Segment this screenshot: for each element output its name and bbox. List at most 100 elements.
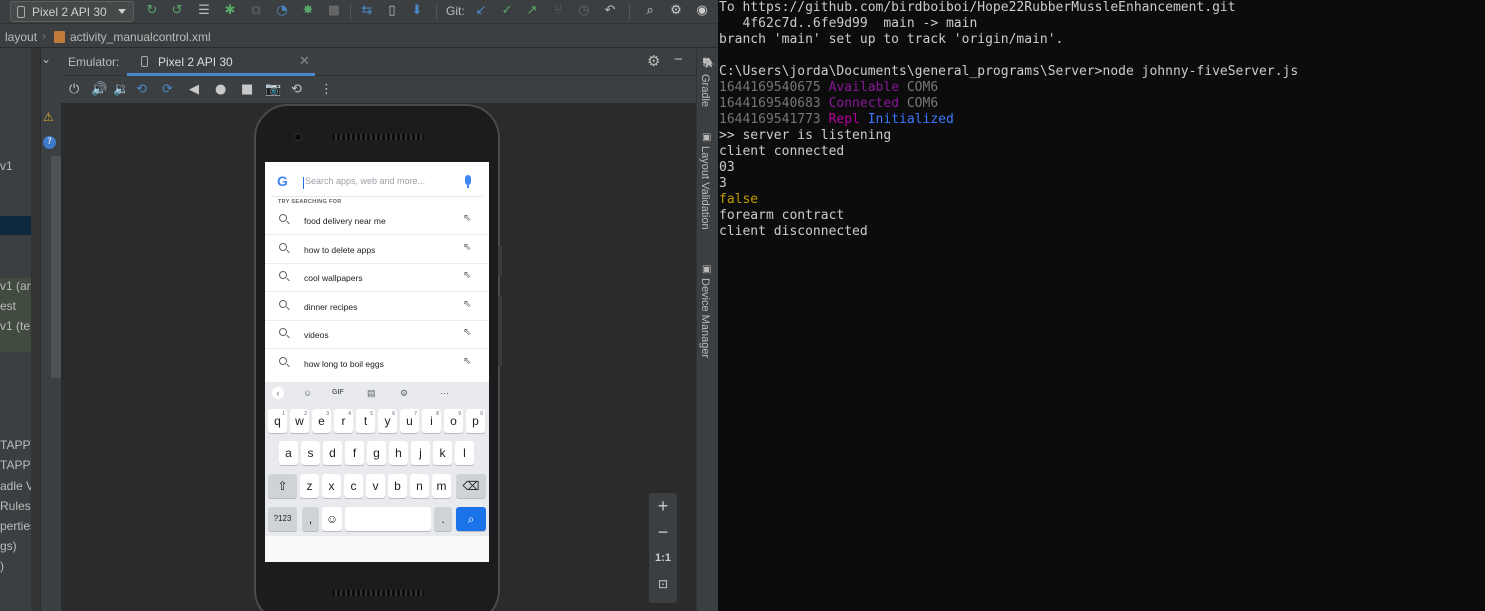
key-l[interactable]: l bbox=[455, 441, 474, 465]
breadcrumb-item-file[interactable]: activity_manualcontrol.xml bbox=[70, 30, 211, 44]
gear-icon[interactable]: ⚙ bbox=[669, 4, 683, 18]
logcat-list-icon[interactable]: ☰ bbox=[197, 4, 211, 18]
search-icon[interactable]: ⌕ bbox=[643, 4, 657, 18]
key-i[interactable]: i8 bbox=[422, 409, 441, 433]
zoom-actual-size-button[interactable]: 1:1 bbox=[649, 552, 677, 564]
key-d[interactable]: d bbox=[323, 441, 342, 465]
key-e[interactable]: e3 bbox=[312, 409, 331, 433]
snapshot-icon[interactable]: ⟲ bbox=[291, 82, 302, 98]
account-icon[interactable]: ◉ bbox=[695, 4, 709, 18]
key-j[interactable]: j bbox=[411, 441, 430, 465]
tab-device-manager[interactable]: Device Manager bbox=[699, 278, 711, 358]
tab-layout-validation[interactable]: Layout Validation bbox=[699, 146, 711, 230]
gear-icon[interactable]: ⚙ bbox=[400, 387, 408, 399]
key-k[interactable]: k bbox=[433, 441, 452, 465]
emoji-key[interactable]: ☺ bbox=[322, 507, 342, 531]
gif-button[interactable]: GIF bbox=[332, 387, 344, 399]
fill-query-arrow-icon[interactable]: ⇖ bbox=[463, 356, 471, 367]
key-c[interactable]: c bbox=[344, 474, 363, 498]
key-h[interactable]: h bbox=[389, 441, 408, 465]
gear-icon[interactable]: ⚙ bbox=[647, 52, 660, 70]
tree-item[interactable]: v1 bbox=[0, 159, 13, 173]
tree-item[interactable]: gs) bbox=[0, 539, 17, 553]
chevron-left-icon[interactable]: ‹ bbox=[272, 387, 284, 399]
search-bar[interactable]: G Search apps, web and more... bbox=[271, 167, 483, 197]
tree-item[interactable]: ) bbox=[0, 559, 4, 573]
zoom-out-button[interactable]: − bbox=[649, 522, 677, 543]
sync-gradle-icon[interactable]: ⇆ bbox=[360, 4, 374, 18]
home-icon[interactable]: ● bbox=[215, 82, 226, 98]
git-branch-icon[interactable]: ⑂ bbox=[551, 4, 565, 18]
search-key[interactable]: ⌕ bbox=[456, 507, 486, 531]
fill-query-arrow-icon[interactable]: ⇖ bbox=[463, 327, 471, 338]
fill-query-arrow-icon[interactable]: ⇖ bbox=[463, 213, 471, 224]
history-icon[interactable]: ◷ bbox=[577, 4, 591, 18]
search-input[interactable]: Search apps, web and more... bbox=[305, 176, 425, 186]
suggestion-row[interactable]: cool wallpapers ⇖ bbox=[265, 264, 489, 292]
key-t[interactable]: t5 bbox=[356, 409, 375, 433]
key-p[interactable]: p0 bbox=[466, 409, 485, 433]
more-icon[interactable]: ⋯ bbox=[440, 387, 449, 399]
tree-item[interactable]: Rules bbox=[0, 499, 31, 513]
key-o[interactable]: o9 bbox=[444, 409, 463, 433]
suggestion-row[interactable]: how to delete apps ⇖ bbox=[265, 236, 489, 264]
close-icon[interactable]: ✕ bbox=[299, 53, 310, 69]
comma-key[interactable]: , bbox=[302, 507, 319, 531]
space-key[interactable] bbox=[345, 507, 431, 531]
key-f[interactable]: f bbox=[345, 441, 364, 465]
rotate-left-icon[interactable]: ⟲ bbox=[136, 82, 147, 98]
stop-icon[interactable]: ■ bbox=[327, 4, 341, 18]
key-m[interactable]: m bbox=[432, 474, 451, 498]
chevron-down-icon[interactable]: ⌄ bbox=[41, 52, 51, 66]
apply-code-changes-icon[interactable]: ↺ bbox=[170, 4, 184, 18]
key-s[interactable]: s bbox=[301, 441, 320, 465]
camera-icon[interactable]: 📷 bbox=[265, 82, 281, 98]
tab-gradle[interactable]: Gradle bbox=[699, 74, 711, 107]
run-debug-icon[interactable]: ✸ bbox=[301, 4, 315, 18]
key-x[interactable]: x bbox=[322, 474, 341, 498]
key-u[interactable]: u7 bbox=[400, 409, 419, 433]
suggestion-row[interactable]: videos ⇖ bbox=[265, 321, 489, 349]
volume-rocker[interactable] bbox=[498, 296, 502, 366]
selected-tree-row[interactable] bbox=[0, 216, 31, 235]
scrollbar[interactable] bbox=[51, 156, 61, 378]
attach-debugger-icon[interactable]: ⧉ bbox=[249, 4, 263, 18]
key-r[interactable]: r4 bbox=[334, 409, 353, 433]
clipboard-icon[interactable]: ▤ bbox=[367, 387, 376, 399]
back-icon[interactable]: ◀ bbox=[189, 82, 199, 98]
tree-item[interactable]: adle V bbox=[0, 479, 34, 493]
key-b[interactable]: b bbox=[388, 474, 407, 498]
device-manager-icon[interactable]: ▯ bbox=[385, 4, 399, 18]
warning-icon[interactable]: ⚠ bbox=[43, 110, 54, 124]
debug-icon[interactable]: ✱ bbox=[223, 4, 237, 18]
period-key[interactable]: . bbox=[434, 507, 452, 531]
git-update-icon[interactable]: ↙ bbox=[474, 4, 488, 18]
tree-item[interactable]: v1 (an bbox=[0, 279, 33, 293]
tree-item[interactable]: v1 (te bbox=[0, 319, 30, 333]
volume-up-icon[interactable]: 🔊 bbox=[91, 82, 107, 98]
more-options-icon[interactable]: ⋮ bbox=[320, 82, 333, 98]
profiler-icon[interactable]: ◔ bbox=[275, 4, 289, 18]
key-w[interactable]: w2 bbox=[290, 409, 309, 433]
suggestion-row[interactable]: food delivery near me ⇖ bbox=[265, 207, 489, 235]
phone-screen[interactable]: G Search apps, web and more... TRY SEARC… bbox=[265, 162, 489, 562]
fill-query-arrow-icon[interactable]: ⇖ bbox=[463, 299, 471, 310]
suggestion-row[interactable]: how long to boil eggs ⇖ bbox=[265, 350, 489, 378]
shift-key[interactable]: ⇧ bbox=[268, 474, 297, 498]
rotate-right-icon[interactable]: ⟳ bbox=[162, 82, 173, 98]
git-push-icon[interactable]: ↗ bbox=[525, 4, 539, 18]
fill-query-arrow-icon[interactable]: ⇖ bbox=[463, 270, 471, 281]
apply-changes-restart-icon[interactable]: ↻ bbox=[145, 4, 159, 18]
key-g[interactable]: g bbox=[367, 441, 386, 465]
key-z[interactable]: z bbox=[300, 474, 319, 498]
power-icon[interactable]: ⏻ bbox=[69, 82, 79, 98]
zoom-in-button[interactable]: + bbox=[649, 496, 677, 517]
key-n[interactable]: n bbox=[410, 474, 429, 498]
volume-down-icon[interactable]: 🔉 bbox=[113, 82, 129, 98]
overview-icon[interactable]: ■ bbox=[241, 82, 253, 98]
backspace-key[interactable]: ⌫ bbox=[456, 474, 486, 498]
device-selector[interactable]: Pixel 2 API 30 bbox=[10, 1, 134, 22]
symbols-key[interactable]: ?123 bbox=[268, 507, 297, 531]
sdk-manager-icon[interactable]: ⬇ bbox=[410, 4, 424, 18]
suggestion-row[interactable]: dinner recipes ⇖ bbox=[265, 293, 489, 321]
